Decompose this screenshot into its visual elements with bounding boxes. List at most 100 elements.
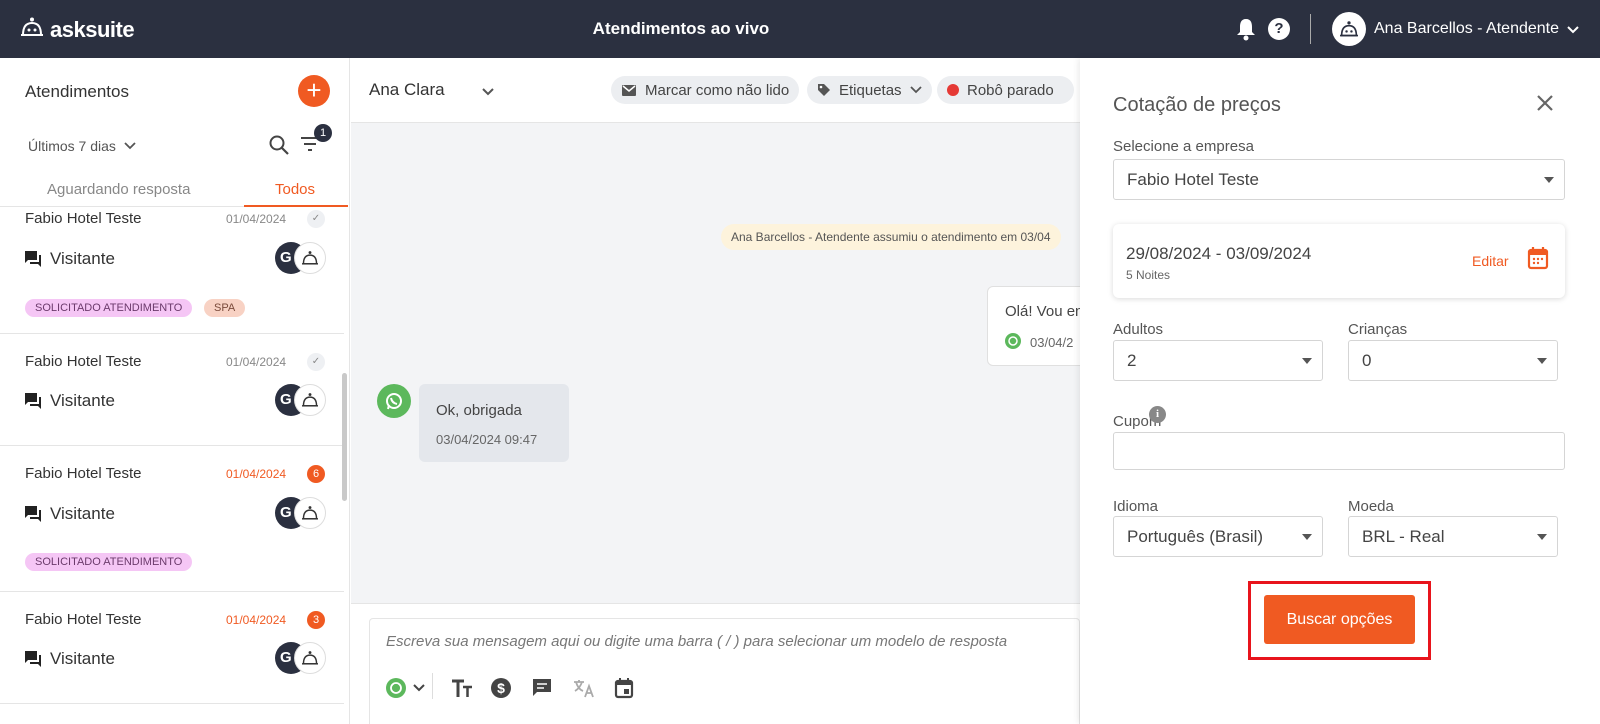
- chat-header: Ana Clara Marcar como não lido Etiquetas…: [351, 58, 1080, 123]
- bot-avatar-icon: [294, 497, 326, 529]
- tab-todos[interactable]: Todos: [275, 181, 315, 198]
- search-options-button[interactable]: Buscar opções: [1264, 595, 1415, 644]
- search-icon[interactable]: [268, 134, 290, 161]
- caret-down-icon: [1544, 177, 1554, 183]
- company-value: Fabio Hotel Teste: [1127, 170, 1259, 189]
- header-divider: [1310, 14, 1311, 44]
- language-label: Idioma: [1113, 498, 1159, 515]
- check-icon: ✓: [307, 353, 325, 371]
- conversation-item[interactable]: Fabio Hotel Teste 01/04/2024 ✓ Visitante…: [0, 208, 344, 334]
- adults-value: 2: [1127, 351, 1137, 370]
- conversation-list-scrollbar[interactable]: [342, 373, 347, 501]
- message-text: Olá! Vou en: [1005, 303, 1084, 320]
- edit-dates-link[interactable]: Editar: [1472, 253, 1509, 269]
- currency-value: BRL - Real: [1362, 527, 1445, 546]
- chevron-down-icon: [909, 86, 922, 94]
- chevron-down-icon[interactable]: [1566, 22, 1580, 40]
- company-label: Selecione a empresa: [1113, 138, 1254, 155]
- period-label: Últimos 7 dias: [28, 138, 116, 154]
- tag-badge: SPA: [204, 299, 246, 317]
- message-time: 03/04/2: [1030, 335, 1074, 350]
- period-filter[interactable]: Últimos 7 dias: [28, 138, 136, 154]
- children-value: 0: [1362, 351, 1372, 370]
- chevron-down-icon[interactable]: [481, 84, 495, 102]
- children-label: Crianças: [1348, 321, 1408, 338]
- whatsapp-icon: [377, 384, 411, 418]
- tab-aguardando-resposta[interactable]: Aguardando resposta: [47, 181, 190, 198]
- adults-select[interactable]: 2: [1113, 340, 1323, 381]
- check-icon: ✓: [307, 210, 325, 228]
- chat-icon: [24, 250, 42, 273]
- caret-down-icon: [1302, 534, 1312, 540]
- info-icon[interactable]: i: [1149, 406, 1166, 423]
- currency-select[interactable]: BRL - Real: [1348, 516, 1558, 557]
- active-tab-indicator: [244, 205, 348, 207]
- chevron-down-icon: [124, 142, 136, 150]
- tags-label: Etiquetas: [839, 81, 902, 99]
- language-value: Português (Brasil): [1127, 527, 1264, 546]
- unread-count-badge: 3: [307, 611, 325, 629]
- quick-reply-icon[interactable]: [531, 677, 553, 704]
- mail-icon: [622, 85, 636, 96]
- whatsapp-channel-icon[interactable]: [386, 677, 428, 704]
- conversation-date: 01/04/2024: [226, 355, 287, 369]
- message-text: Ok, obrigada: [436, 402, 522, 419]
- children-select[interactable]: 0: [1348, 340, 1558, 381]
- conversation-sidebar: Atendimentos + Últimos 7 dias 1 Aguardan…: [0, 58, 350, 724]
- close-icon[interactable]: [1536, 94, 1554, 117]
- caret-down-icon: [1537, 534, 1547, 540]
- caret-down-icon: [1537, 358, 1547, 364]
- unread-count-badge: 6: [307, 465, 325, 483]
- conversation-date: 01/04/2024: [226, 613, 287, 627]
- conversation-visitor: Visitante: [50, 649, 115, 668]
- message-composer: Escreva sua mensagem aqui ou digite uma …: [351, 603, 1080, 724]
- text-format-icon[interactable]: [450, 677, 474, 704]
- adults-label: Adultos: [1113, 321, 1164, 338]
- date-range-card: 29/08/2024 - 03/09/2024 5 Noites Editar: [1113, 224, 1565, 298]
- add-conversation-button[interactable]: +: [298, 75, 330, 107]
- coupon-input[interactable]: [1113, 432, 1565, 470]
- system-message: Ana Barcellos - Atendente assumiu o aten…: [721, 224, 1061, 250]
- calendar-icon[interactable]: [1527, 246, 1549, 275]
- mark-unread-button[interactable]: Marcar como não lido: [611, 76, 800, 104]
- conversation-visitor: Visitante: [50, 391, 115, 410]
- chat-panel: Ana Clara Marcar como não lido Etiquetas…: [351, 58, 1147, 724]
- currency-icon[interactable]: $: [490, 677, 512, 704]
- help-icon[interactable]: ?: [1268, 18, 1290, 40]
- bot-avatar-icon: [294, 242, 326, 274]
- message-time: 03/04/2024 09:47: [436, 432, 538, 447]
- conversation-item[interactable]: Fabio Hotel Teste 01/04/2024 ✓ Visitante…: [0, 334, 344, 446]
- tag-badge: SOLICITADO ATENDIMENTO: [25, 553, 193, 571]
- conversation-hotel: Fabio Hotel Teste: [25, 353, 142, 370]
- company-select[interactable]: Fabio Hotel Teste: [1113, 159, 1565, 200]
- tag-icon: [818, 84, 830, 96]
- conversation-date: 01/04/2024: [226, 467, 287, 481]
- svg-text:$: $: [497, 680, 505, 696]
- message-input-area[interactable]: Escreva sua mensagem aqui ou digite uma …: [369, 618, 1080, 724]
- user-name[interactable]: Ana Barcellos - Atendente: [1374, 20, 1559, 38]
- tags-dropdown[interactable]: Etiquetas: [807, 76, 932, 104]
- conversation-hotel: Fabio Hotel Teste: [25, 465, 142, 482]
- panel-title: Cotação de preços: [1113, 94, 1281, 116]
- contact-name[interactable]: Ana Clara: [369, 80, 445, 100]
- conversation-hotel: Fabio Hotel Teste: [25, 611, 142, 628]
- calendar-icon[interactable]: [614, 677, 634, 704]
- bot-avatar-icon: [294, 642, 326, 674]
- message-input[interactable]: Escreva sua mensagem aqui ou digite uma …: [386, 633, 1007, 650]
- conversation-item[interactable]: Fabio Hotel Teste 01/04/2024 3 Visitante…: [0, 592, 344, 704]
- chat-icon: [24, 505, 42, 528]
- tag-badge: SOLICITADO ATENDIMENTO: [25, 299, 193, 317]
- date-range: 29/08/2024 - 03/09/2024: [1126, 244, 1312, 263]
- currency-label: Moeda: [1348, 498, 1394, 515]
- conversation-visitor: Visitante: [50, 504, 115, 523]
- conversation-visitor: Visitante: [50, 249, 115, 268]
- user-avatar[interactable]: [1332, 12, 1366, 46]
- incoming-message: Ok, obrigada 03/04/2024 09:47: [419, 384, 569, 462]
- translate-icon[interactable]: [572, 677, 596, 704]
- language-select[interactable]: Português (Brasil): [1113, 516, 1323, 557]
- conversation-item[interactable]: Fabio Hotel Teste 01/04/2024 6 Visitante…: [0, 446, 344, 592]
- conversation-date: 01/04/2024: [226, 212, 287, 226]
- toolbar-divider: [432, 673, 433, 699]
- robot-status-button[interactable]: Robô parado: [937, 76, 1074, 104]
- bell-icon[interactable]: [1236, 17, 1256, 46]
